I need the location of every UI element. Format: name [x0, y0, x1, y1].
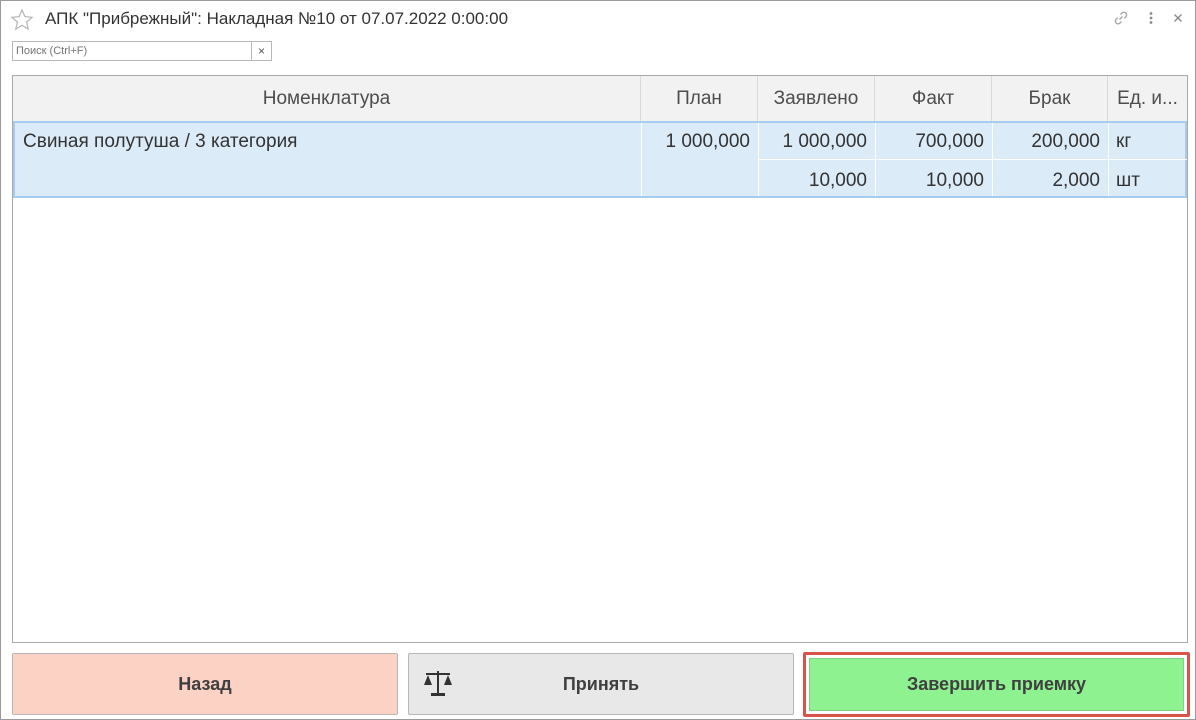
- column-header-plan[interactable]: План: [641, 76, 758, 121]
- cell-declared: 1 000,000: [782, 131, 867, 152]
- column-header-unit[interactable]: Ед. и...: [1108, 76, 1187, 121]
- star-icon[interactable]: [10, 8, 34, 32]
- finish-receiving-button[interactable]: Завершить приемку: [809, 658, 1184, 711]
- column-header-fact[interactable]: Факт: [875, 76, 992, 121]
- cell-nomenclature: Свиная полутуша / 3 категория: [23, 131, 298, 152]
- column-header-declared[interactable]: Заявлено: [758, 76, 875, 121]
- table-header: Номенклатура План Заявлено Факт Брак Ед.…: [13, 76, 1187, 122]
- cell-defect: 2,000: [1052, 170, 1100, 191]
- accept-button-label: Принять: [562, 673, 640, 694]
- cell-unit: кг: [1116, 131, 1132, 152]
- column-header-nomenclature[interactable]: Номенклатура: [13, 76, 641, 121]
- accept-button[interactable]: Принять: [408, 653, 794, 715]
- cell-unit: шт: [1116, 170, 1140, 191]
- column-header-defect[interactable]: Брак: [992, 76, 1108, 121]
- back-button[interactable]: Назад: [12, 653, 398, 715]
- goods-table: Номенклатура План Заявлено Факт Брак Ед.…: [12, 75, 1188, 643]
- close-icon[interactable]: [1168, 9, 1188, 29]
- document-window: АПК "Прибрежный": Накладная №10 от 07.07…: [0, 0, 1196, 720]
- finish-button-highlight: Завершить приемку: [803, 652, 1190, 717]
- cell-fact: 700,000: [915, 131, 984, 152]
- cell-fact: 10,000: [925, 170, 984, 191]
- more-icon[interactable]: [1141, 9, 1161, 29]
- cell-defect: 200,000: [1031, 131, 1100, 152]
- scale-icon: [421, 668, 455, 698]
- search-input[interactable]: [12, 41, 252, 61]
- finish-button-label: Завершить приемку: [906, 674, 1087, 694]
- cell-declared: 10,000: [808, 170, 867, 191]
- cell-plan: 1 000,000: [665, 131, 750, 152]
- back-button-label: Назад: [178, 673, 232, 694]
- table-row[interactable]: Свиная полутуша / 3 категория 1 000,000 …: [13, 121, 1187, 198]
- link-icon[interactable]: [1111, 9, 1131, 29]
- title-bar: АПК "Прибрежный": Накладная №10 от 07.07…: [1, 1, 1195, 37]
- window-title: АПК "Прибрежный": Накладная №10 от 07.07…: [45, 9, 509, 28]
- search-clear-button[interactable]: ×: [251, 41, 272, 61]
